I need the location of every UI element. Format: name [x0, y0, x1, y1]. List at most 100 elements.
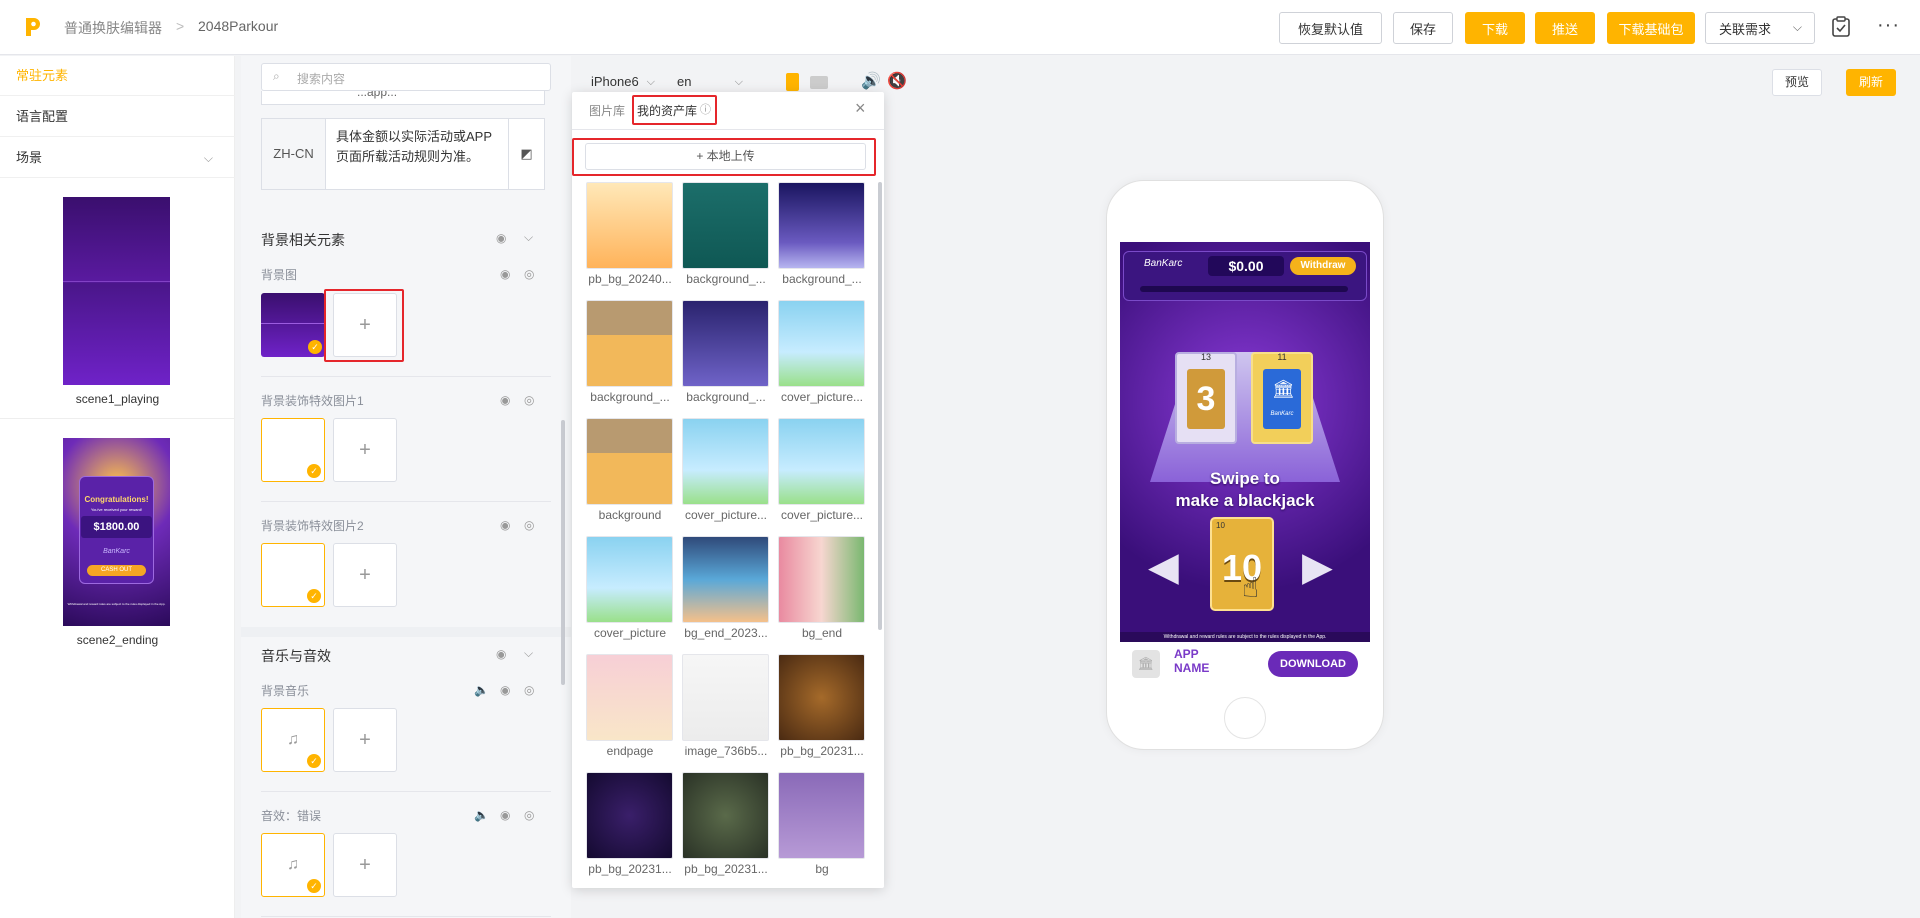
app-banner: 🏛 APP NAME DOWNLOAD — [1120, 642, 1370, 686]
add-background-deco-2-button[interactable]: + — [333, 543, 397, 607]
sound-on-icon[interactable]: 🔊 — [861, 71, 881, 91]
asset-thumbnail[interactable] — [778, 182, 865, 269]
add-background-music-button[interactable]: + — [333, 708, 397, 772]
asset-name: pb_bg_20240... — [588, 272, 672, 286]
popup-scrollbar[interactable] — [878, 182, 882, 630]
background-deco-2-thumbnail[interactable]: ✓ — [261, 543, 325, 607]
asset-thumbnail[interactable] — [682, 772, 769, 859]
eye-icon[interactable]: ◉ — [496, 231, 506, 245]
asset-thumbnail[interactable] — [778, 300, 865, 387]
restore-default-button[interactable]: 恢复默认值 — [1279, 12, 1382, 44]
eye-icon[interactable]: ◉ — [500, 393, 510, 407]
top-header: 普通换肤编辑器 > 2048Parkour 恢复默认值 保存 下载 推送 下载基… — [0, 0, 1920, 55]
asset-thumbnail[interactable] — [778, 536, 865, 623]
push-button[interactable]: 推送 — [1535, 12, 1595, 44]
chevron-down-icon: ⌵ — [203, 151, 213, 165]
background-music-tile[interactable]: ♫ ✓ — [261, 708, 325, 772]
add-background-image-button[interactable]: + — [333, 293, 397, 357]
language-code: ZH-CN — [262, 119, 326, 189]
help-icon[interactable]: ⓘ — [700, 101, 711, 117]
eye-icon[interactable]: ◉ — [500, 267, 510, 281]
nav-item-scenes[interactable]: 场景 ⌵ — [0, 138, 235, 178]
eye-icon[interactable]: ◉ — [496, 647, 506, 661]
asset-thumbnail[interactable] — [586, 536, 673, 623]
nav-item-resident-elements[interactable]: 常驻元素 — [0, 56, 235, 96]
background-image-thumbnail[interactable]: ✓ — [261, 293, 325, 357]
local-upload-label: 本地上传 — [706, 149, 755, 163]
center-card: 10 10 ☝ — [1210, 517, 1274, 611]
chevron-down-icon[interactable]: ⌵ — [524, 646, 533, 661]
background-deco-1-thumbnail[interactable]: ✓ — [261, 418, 325, 482]
tab-image-library[interactable]: 图片库 — [589, 102, 625, 119]
language-row: ZH-CN 具体金额以实际活动或APP页面所载活动规则为准。 ◩ — [261, 118, 545, 190]
nav-item-language-config[interactable]: 语言配置 — [0, 97, 235, 137]
breadcrumb-separator: > — [176, 18, 185, 34]
close-icon[interactable]: × — [855, 98, 866, 119]
asset-thumbnail[interactable] — [682, 300, 769, 387]
scene-thumbnail-playing[interactable] — [63, 197, 170, 385]
save-button[interactable]: 保存 — [1393, 12, 1453, 44]
preview-button[interactable]: 预览 — [1772, 69, 1822, 96]
refresh-button[interactable]: 刷新 — [1846, 69, 1896, 96]
asset-name: cover_picture... — [780, 390, 864, 404]
asset-name: background — [598, 508, 662, 522]
add-background-deco-1-button[interactable]: + — [333, 418, 397, 482]
chevron-down-icon[interactable]: ⌵ — [524, 230, 533, 245]
speaker-icon[interactable]: 🔈 — [474, 683, 489, 697]
add-sfx-wrong-button[interactable]: + — [333, 833, 397, 897]
asset-thumbnail[interactable] — [682, 418, 769, 505]
balance-display: $0.00 — [1208, 256, 1284, 276]
card-slot-left-number: 13 — [1200, 352, 1211, 362]
asset-thumbnail[interactable] — [586, 418, 673, 505]
speaker-icon[interactable]: 🔈 — [474, 808, 489, 822]
music-note-icon: ♫ — [287, 731, 299, 748]
sound-off-icon[interactable]: 🔇 — [887, 71, 907, 91]
asset-thumbnail[interactable] — [586, 300, 673, 387]
asset-thumbnail[interactable] — [778, 418, 865, 505]
settings-icon[interactable]: ◎ — [524, 518, 534, 532]
asset-name: background_... — [782, 272, 862, 286]
panel-scrollbar[interactable] — [561, 420, 565, 685]
asset-picker-popup: 图片库 我的资产库 ⓘ × + 本地上传 pb_bg_20240...backg… — [572, 92, 884, 888]
clipboard-check-icon[interactable] — [1831, 16, 1851, 38]
device-select-value: iPhone6 — [591, 74, 639, 89]
portrait-mode-icon[interactable] — [786, 73, 799, 91]
eye-icon[interactable]: ◉ — [500, 808, 510, 822]
download-base-package-button[interactable]: 下载基础包 — [1607, 12, 1695, 44]
eye-icon[interactable]: ◉ — [500, 683, 510, 697]
asset-name: pb_bg_20231... — [684, 862, 768, 876]
more-options-icon[interactable]: ··· — [1877, 14, 1900, 37]
asset-thumbnail[interactable] — [586, 654, 673, 741]
scene-thumbnail-ending[interactable]: Congratulations! You've received your re… — [63, 438, 170, 626]
settings-icon[interactable]: ◎ — [524, 393, 534, 407]
plus-icon: + — [696, 149, 704, 163]
sfx-wrong-label: 音效：错误 — [261, 809, 322, 823]
asset-name: image_736b5... — [684, 744, 768, 758]
language-text-field[interactable]: 具体金额以实际活动或APP页面所载活动规则为准。 — [336, 127, 504, 167]
check-icon: ✓ — [307, 464, 321, 478]
settings-icon[interactable]: ◎ — [524, 808, 534, 822]
settings-icon[interactable]: ◎ — [524, 683, 534, 697]
related-requirements-dropdown[interactable]: 关联需求 ⌵ — [1705, 12, 1815, 44]
eye-icon[interactable]: ◉ — [500, 518, 510, 532]
landscape-mode-icon[interactable] — [810, 76, 828, 89]
asset-thumbnail[interactable] — [586, 182, 673, 269]
search-input[interactable]: ⌕ 搜索内容 — [261, 63, 551, 91]
asset-name: endpage — [606, 744, 654, 758]
asset-thumbnail[interactable] — [586, 772, 673, 859]
settings-icon[interactable]: ◎ — [524, 267, 534, 281]
local-upload-button[interactable]: + 本地上传 — [585, 143, 866, 170]
asset-thumbnail[interactable] — [778, 772, 865, 859]
asset-thumbnail[interactable] — [682, 536, 769, 623]
asset-thumbnail[interactable] — [778, 654, 865, 741]
scene-label: scene2_ending — [76, 633, 159, 647]
translate-icon[interactable]: ◩ — [508, 119, 544, 189]
asset-thumbnail[interactable] — [682, 654, 769, 741]
asset-name: cover_picture — [593, 626, 667, 640]
language-select-value: en — [677, 74, 692, 89]
asset-thumbnail[interactable] — [682, 182, 769, 269]
tab-my-assets[interactable]: 我的资产库 — [637, 102, 697, 119]
sfx-wrong-tile[interactable]: ♫ ✓ — [261, 833, 325, 897]
download-button[interactable]: 下载 — [1465, 12, 1525, 44]
breadcrumb-root[interactable]: 普通换肤编辑器 — [64, 18, 162, 38]
